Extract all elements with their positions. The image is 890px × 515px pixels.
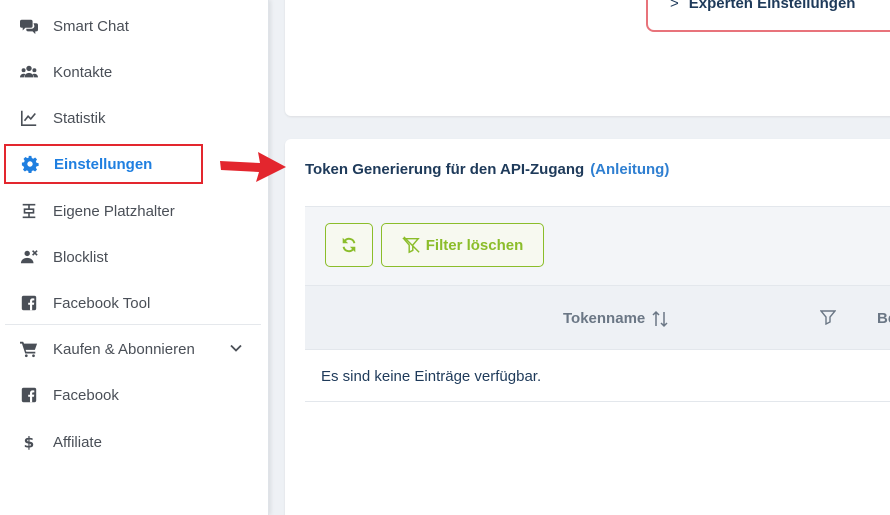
gear-icon (6, 155, 54, 173)
sidebar-item-affiliate[interactable]: $ Affiliate (5, 422, 261, 462)
sidebar-item-label: Facebook Tool (53, 294, 151, 312)
sidebar-item-label: Kontakte (53, 63, 113, 81)
expert-settings-toggle[interactable]: > Experten Einstellungen (646, 0, 890, 32)
guide-link[interactable]: (Anleitung) (590, 161, 669, 178)
sidebar-item-label: Einstellungen (54, 155, 153, 173)
table-empty-message: Es sind keine Einträge verfügbar. (305, 350, 890, 402)
sidebar-item-label: Kaufen & Abonnieren (53, 340, 195, 358)
token-title-text: Token Generierung für den API-Zugang (305, 161, 585, 178)
svg-text:$: $ (24, 433, 35, 451)
sidebar-divider (5, 324, 261, 325)
sidebar-item-label: Blocklist (53, 248, 109, 266)
sidebar-item-label: Eigene Platzhalter (53, 202, 175, 220)
column-header-partial[interactable]: Be (877, 310, 890, 327)
line-chart-icon (5, 109, 53, 127)
chevron-right-icon: > (670, 0, 679, 12)
refresh-icon (340, 236, 358, 254)
expert-settings-label: Experten Einstellungen (688, 0, 856, 12)
sidebar-item-facebook[interactable]: Facebook (5, 375, 261, 415)
sort-icon[interactable] (652, 310, 668, 328)
token-section-title: Token Generierung für den API-Zugang (Anl… (305, 161, 669, 178)
cart-icon (5, 340, 53, 358)
facebook-icon (5, 294, 53, 312)
dollar-icon: $ (5, 433, 53, 451)
sidebar-item-statistik[interactable]: Statistik (5, 98, 261, 138)
sidebar-item-kaufen-abonnieren[interactable]: Kaufen & Abonnieren (5, 329, 261, 369)
red-arrow-icon (220, 152, 286, 182)
facebook-icon (5, 386, 53, 404)
placeholder-icon (5, 202, 53, 220)
sidebar-item-label: Statistik (53, 109, 106, 127)
users-icon (5, 63, 53, 81)
filter-slash-icon (401, 236, 426, 254)
sidebar-item-eigene-platzhalter[interactable]: Eigene Platzhalter (5, 191, 261, 231)
sidebar-item-facebook-tool[interactable]: Facebook Tool (5, 283, 261, 323)
clear-filter-button[interactable]: Filter löschen (381, 223, 544, 267)
sidebar-item-smart-chat[interactable]: Smart Chat (5, 6, 261, 46)
sidebar-item-blocklist[interactable]: Blocklist (5, 237, 261, 277)
user-block-icon (5, 248, 53, 266)
column-filter-icon[interactable] (819, 309, 837, 326)
sidebar-item-kontakte[interactable]: Kontakte (5, 52, 261, 92)
chat-bubbles-icon (5, 17, 53, 35)
chevron-down-icon[interactable] (229, 341, 243, 355)
sidebar-item-einstellungen[interactable]: Einstellungen (4, 144, 203, 184)
sidebar-item-label: Smart Chat (53, 17, 129, 35)
refresh-button[interactable] (325, 223, 373, 267)
column-header-tokenname[interactable]: Tokenname (563, 310, 645, 327)
sidebar-item-label: Facebook (53, 386, 119, 404)
clear-filter-label: Filter löschen (425, 236, 524, 254)
sidebar: Smart Chat Kontakte Statistik Einstellun… (0, 0, 269, 515)
sidebar-item-label: Affiliate (53, 433, 102, 451)
